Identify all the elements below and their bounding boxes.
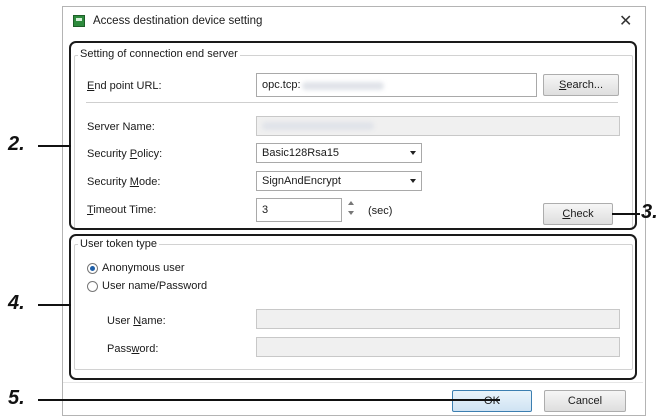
callout-box-connection (69, 41, 637, 230)
callout-3: 3. (641, 201, 658, 223)
callout-line-3 (612, 213, 640, 215)
callout-line-4 (38, 304, 71, 306)
callout-2: 2. (8, 133, 25, 155)
app-icon (73, 15, 85, 27)
close-icon[interactable]: ✕ (619, 11, 632, 31)
callout-box-user-token (69, 234, 637, 380)
ok-button[interactable]: OK (452, 390, 532, 412)
dialog-title: Access destination device setting (93, 15, 263, 27)
callout-line-5 (38, 399, 500, 401)
title-bar: Access destination device setting ✕ (63, 7, 645, 35)
callout-5: 5. (8, 387, 25, 409)
callout-line-2 (38, 145, 71, 147)
footer-separator (63, 382, 643, 383)
callout-4: 4. (8, 292, 25, 314)
cancel-button[interactable]: Cancel (544, 390, 626, 412)
